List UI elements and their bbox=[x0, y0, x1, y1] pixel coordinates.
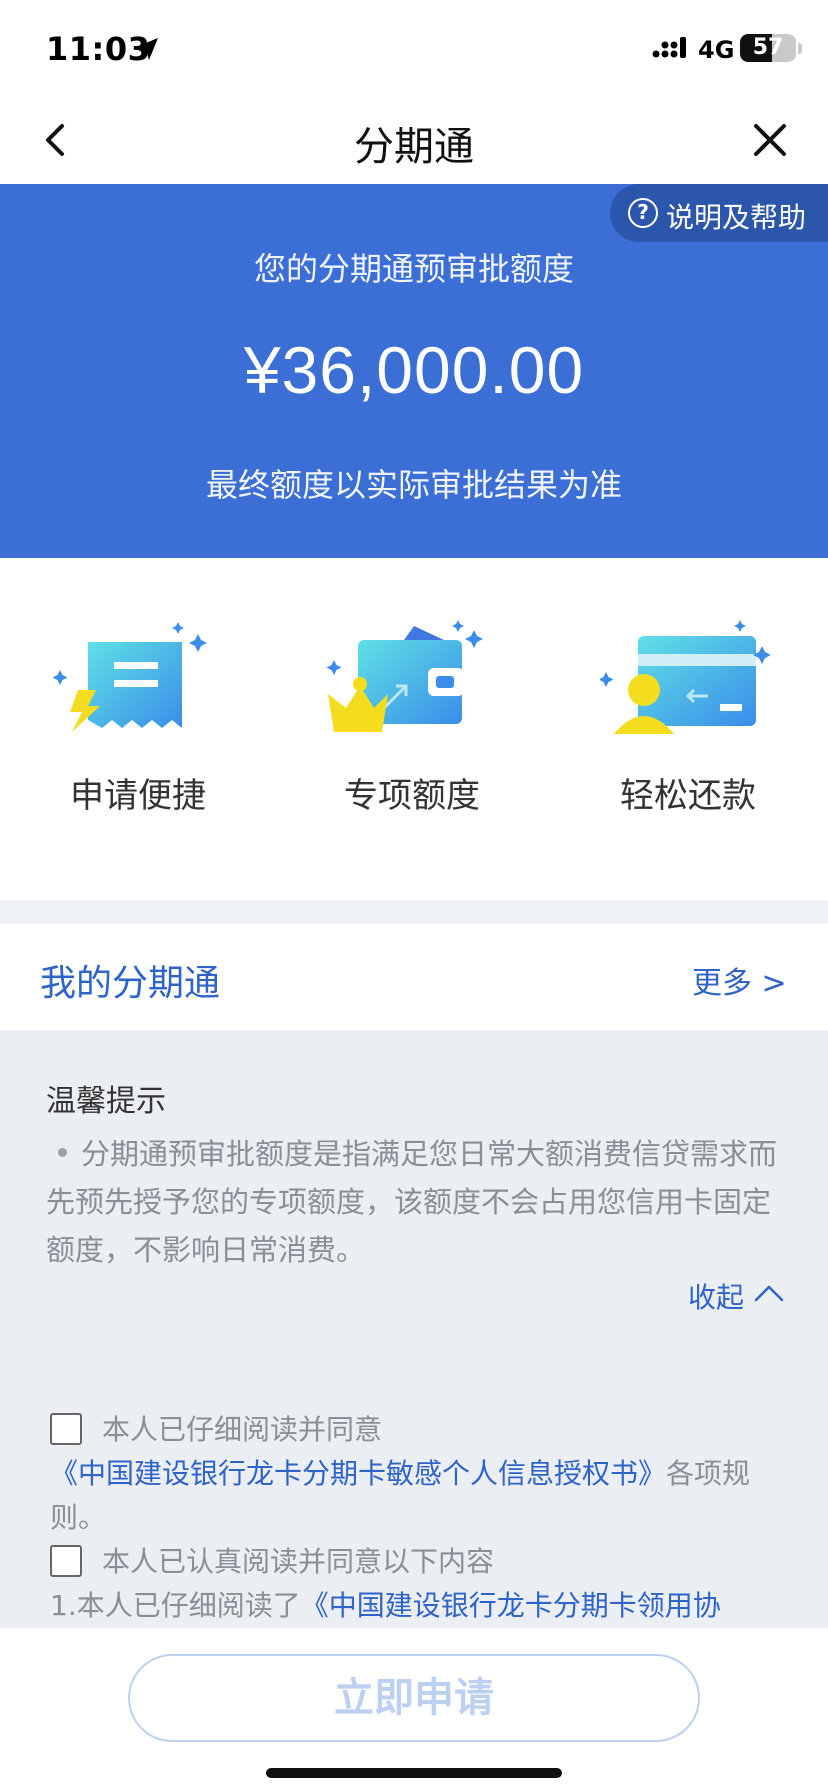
feature-label: 轻松还款 bbox=[620, 776, 756, 816]
nav-bar: 分期通 bbox=[0, 96, 828, 184]
wallet-crown-icon bbox=[326, 620, 483, 732]
quota-amount: ¥36,000.00 bbox=[243, 333, 585, 407]
tips-title: 温馨提示 bbox=[46, 1084, 166, 1119]
feature-easy-repay: 轻松还款 bbox=[550, 620, 770, 840]
feature-label: 申请便捷 bbox=[70, 776, 206, 816]
my-installment-section: 我的分期通 更多 > bbox=[0, 924, 828, 1030]
card-user-icon bbox=[600, 620, 770, 734]
status-bar: 11:03 4G 57 bbox=[0, 0, 828, 96]
battery-cap bbox=[798, 43, 802, 54]
feature-list: 申请便捷 专项额度 轻松还款 bbox=[0, 558, 828, 900]
close-icon[interactable] bbox=[744, 114, 796, 166]
signal-icon bbox=[652, 37, 686, 58]
page-title: 分期通 bbox=[354, 124, 474, 170]
feature-easy-apply: 申请便捷 bbox=[0, 620, 207, 840]
network-type: 4G bbox=[698, 36, 735, 64]
agreement-lead: 本人已认真阅读并同意以下内容 bbox=[102, 1545, 495, 1578]
battery-icon: 57 bbox=[740, 34, 796, 62]
section-divider bbox=[0, 900, 828, 924]
quota-title: 您的分期通预审批额度 bbox=[253, 250, 574, 288]
bullet-dot bbox=[58, 1147, 67, 1157]
agreement-checkbox[interactable] bbox=[50, 1545, 82, 1577]
question-circle-icon: ? bbox=[628, 198, 658, 228]
agreement-terms: 本人已认真阅读并同意以下内容 1.本人已仔细阅读了《中国建设银行龙卡分期卡领用协 bbox=[50, 1540, 790, 1628]
agreement-checkbox[interactable] bbox=[50, 1413, 82, 1445]
tips-text: 分期通预审批额度是指满足您日常大额消费信贷需求而先预先授予您的专项额度，该额度不… bbox=[46, 1137, 778, 1267]
agreement-lead: 本人已仔细阅读并同意 bbox=[102, 1413, 383, 1446]
help-label: 说明及帮助 bbox=[666, 201, 807, 234]
help-button[interactable]: ? 说明及帮助 bbox=[610, 184, 828, 242]
quota-note: 最终额度以实际审批结果为准 bbox=[205, 466, 622, 504]
quota-card: ? 说明及帮助 您的分期通预审批额度 ¥36,000.00 最终额度以实际审批结… bbox=[0, 184, 828, 558]
privacy-authorization-link[interactable]: 《中国建设银行龙卡分期卡敏感个人信息授权书》 bbox=[50, 1457, 666, 1490]
tips-body: 分期通预审批额度是指满足您日常大额消费信贷需求而先预先授予您的专项额度，该额度不… bbox=[46, 1130, 788, 1274]
agreement-line2-prefix: 1.本人已仔细阅读了 bbox=[50, 1589, 301, 1622]
more-link[interactable]: 更多 > bbox=[692, 958, 787, 1002]
home-indicator bbox=[266, 1768, 562, 1778]
receipt-lightning-icon bbox=[52, 622, 207, 732]
collapse-button[interactable]: 收起 bbox=[688, 1276, 744, 1316]
card-agreement-link[interactable]: 《中国建设银行龙卡分期卡领用协 bbox=[301, 1589, 721, 1622]
feature-special-quota: 专项额度 bbox=[274, 620, 483, 840]
feature-label: 专项额度 bbox=[344, 776, 480, 816]
agreement-privacy: 本人已仔细阅读并同意 《中国建设银行龙卡分期卡敏感个人信息授权书》各项规则。 bbox=[50, 1408, 790, 1540]
chevron-up-icon[interactable] bbox=[752, 1278, 786, 1308]
apply-button[interactable]: 立即申请 bbox=[128, 1654, 700, 1742]
bottom-bar: 立即申请 bbox=[0, 1628, 828, 1792]
section-title: 我的分期通 bbox=[40, 963, 221, 1004]
location-arrow-icon bbox=[136, 38, 158, 60]
battery-level: 57 bbox=[752, 35, 784, 60]
